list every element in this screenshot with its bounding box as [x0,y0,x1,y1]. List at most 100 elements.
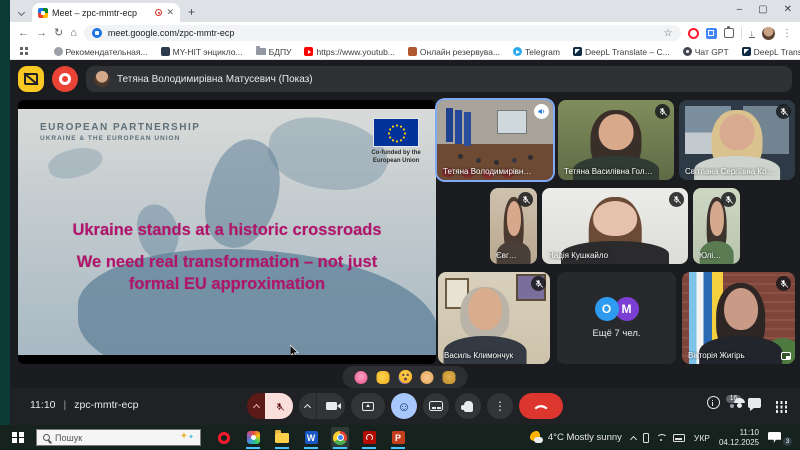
home-icon[interactable]: ⌂ [70,27,77,39]
participant-tile[interactable]: Євгенія ... [490,188,537,264]
mic-muted-icon[interactable] [265,393,293,419]
reactions-button[interactable]: ☺ [391,393,417,419]
info-icon[interactable] [707,396,720,409]
browser-menu-icon[interactable]: ⋮ [782,28,792,39]
youtube-icon [304,47,313,56]
camera-icon[interactable] [317,393,345,419]
reaction-thinking-icon[interactable] [399,370,412,383]
bookmark-star-icon[interactable]: ☆ [664,28,673,39]
mic-control[interactable] [247,393,293,419]
language-indicator[interactable]: УКР [694,433,710,443]
close-button[interactable]: ✕ [784,2,792,18]
activities-grid-icon[interactable] [776,401,779,404]
wifi-icon[interactable] [656,434,666,442]
reaction-clapping-hands-icon[interactable] [421,371,434,384]
more-options-button[interactable]: ⋮ [487,393,513,419]
url-text[interactable]: meet.google.com/zpc-mmtr-ecp [108,28,658,38]
participant-tile[interactable]: Юлія Бо... [693,188,740,264]
participant-tile[interactable]: Тетяна Володимирівна Матус... [437,100,553,180]
smiley-icon: ☺ [397,400,410,413]
download-icon[interactable]: ↓ [749,29,756,38]
start-button-icon[interactable] [12,432,24,444]
participant-tile[interactable]: Світлана Сергіївна Костюк [679,100,795,180]
maximize-button[interactable]: ▢ [758,2,767,18]
mic-muted-icon [721,192,736,207]
participant-name: Василь Климончук [444,351,532,360]
profile-avatar[interactable] [762,27,775,40]
participant-tile[interactable]: Василь Климончук [438,272,550,364]
leave-call-button[interactable] [519,393,563,419]
recording-indicator-button[interactable] [52,66,78,92]
new-tab-button[interactable]: + [188,5,195,19]
participant-tile[interactable]: Вікторія Жигірь [682,272,795,364]
present-screen-button[interactable] [351,393,385,419]
tab-close-icon[interactable]: ✕ [166,8,174,17]
reaction-thumbs-up-icon[interactable] [377,371,390,384]
participant-tile[interactable]: Надія Кушкайло [542,188,688,264]
minimize-button[interactable]: – [737,2,743,18]
browser-tab[interactable]: Meet – zpc-mmtr-ecp ✕ [32,3,180,22]
mic-muted-icon [776,104,791,119]
camera-options-chevron-icon[interactable] [299,393,317,419]
bookmark-item[interactable]: DeepL Translate – C... [742,47,800,57]
bookmark-folder[interactable]: БДПУ [256,47,292,57]
taskbar-chrome[interactable] [331,427,349,449]
reload-icon[interactable]: ↻ [54,27,63,39]
keyboard-icon[interactable] [673,434,685,442]
taskbar-opera[interactable] [215,427,233,449]
participant-tile[interactable]: Тетяна Василівна Голобородь... [558,100,674,180]
bookmark-item[interactable]: MY-HIT энцикло... [161,47,243,57]
phone-link-icon[interactable] [643,433,649,443]
eu-caption: Co-funded by the European Union [370,150,422,165]
bookmark-item[interactable]: Telegram [513,47,560,57]
bookmark-item[interactable]: Онлайн резервува... [408,47,500,57]
captions-button[interactable] [423,393,449,419]
mic-muted-icon [776,276,791,291]
meeting-time: 11:10 [30,399,56,411]
taskbar-explorer[interactable] [273,427,291,449]
window-controls: – ▢ ✕ [737,2,792,18]
cast-icon[interactable] [781,352,791,360]
raise-hand-button[interactable] [455,393,481,419]
bookmark-item[interactable]: DeepL Translate – C... [573,47,670,57]
extensions-icon[interactable] [724,28,734,38]
notifications-icon[interactable] [768,432,781,443]
taskbar-word[interactable]: W [302,427,320,449]
tab-search-chevron-icon[interactable] [15,6,27,18]
taskbar-acrobat[interactable] [360,427,378,449]
more-participants-label: Ещё 7 чел. [592,328,640,339]
reaction-sparkling-heart-icon[interactable] [355,371,368,384]
back-icon[interactable]: ← [18,27,29,39]
taskbar-powerpoint[interactable]: P [389,427,407,449]
forward-icon[interactable]: → [36,27,47,39]
screen-share-stage: EUROPEAN PARTNERSHIP UKRAINE & THE EUROP… [18,100,436,364]
reaction-thumbs-down-icon[interactable] [443,371,456,384]
bookmark-item[interactable]: Рекомендательная... [54,47,148,57]
more-participants-tile[interactable]: O M Ещё 7 чел. [557,272,676,364]
globe-icon [54,47,63,56]
overflow-avatars: O M [595,297,639,321]
camera-control[interactable] [299,393,345,419]
translate-extension-icon[interactable] [706,28,717,39]
clock-date: 04.12.2025 [719,438,759,448]
bookmark-item[interactable]: https://www.youtub... [304,47,394,57]
booking-icon [408,47,417,56]
bookmark-item[interactable]: Чат GPT [683,47,729,57]
apps-grid-icon[interactable] [20,47,28,56]
chatgpt-icon [683,47,692,56]
weather-text: 4°C Mostly sunny [548,432,622,443]
separator: | [64,399,67,411]
meeting-panels: 16 [707,396,789,409]
chat-icon[interactable] [748,398,761,408]
opera-extension-icon[interactable] [688,28,699,39]
taskbar-photos[interactable] [244,427,262,449]
weather-icon [530,431,543,444]
tray-expand-icon[interactable] [630,435,637,442]
taskbar-clock[interactable]: 11:10 04.12.2025 [719,428,759,448]
address-bar[interactable]: meet.google.com/zpc-mmtr-ecp ☆ [84,25,681,41]
weather-widget[interactable]: 4°C Mostly sunny [530,431,622,444]
taskbar-search[interactable]: Пошук ✦✦ [36,429,201,446]
presentation-paused-button[interactable] [18,66,44,92]
mic-options-chevron-icon[interactable] [247,393,265,419]
clock-time: 11:10 [719,428,759,438]
